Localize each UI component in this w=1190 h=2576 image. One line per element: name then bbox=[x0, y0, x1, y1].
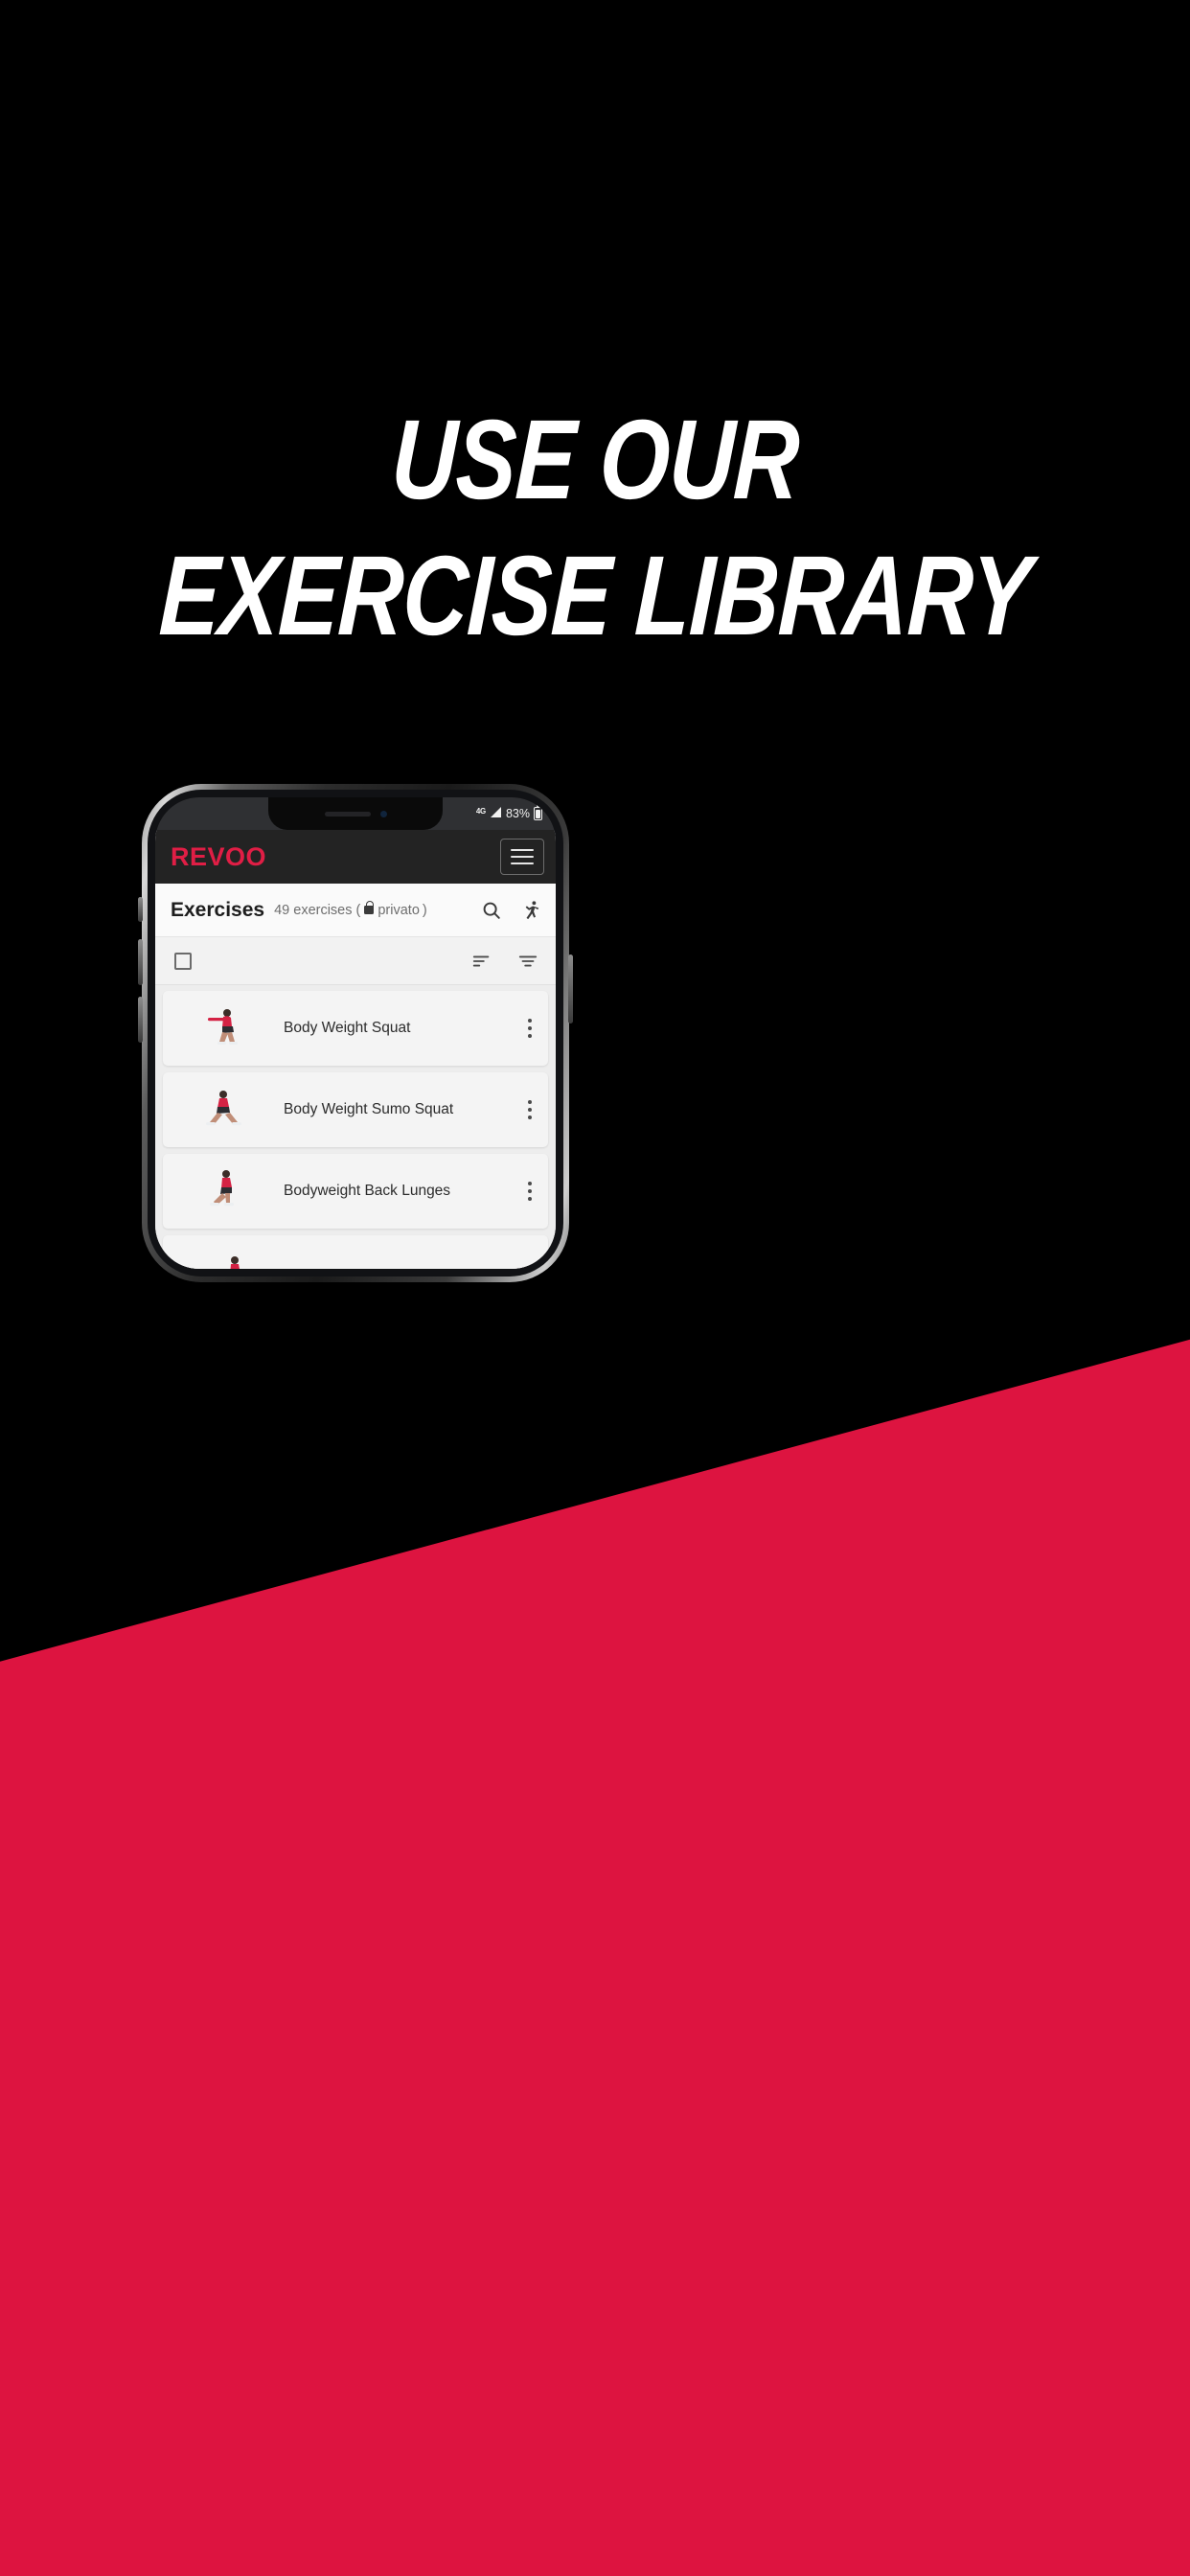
page-title: Exercises bbox=[171, 898, 265, 921]
phone-volume-down-button bbox=[138, 997, 143, 1043]
signal-triangle-icon bbox=[490, 806, 502, 821]
menu-bar bbox=[511, 862, 534, 864]
count-prefix: 49 exercises ( bbox=[274, 902, 361, 918]
filter-icon[interactable] bbox=[517, 951, 538, 972]
kebab-menu-icon[interactable] bbox=[517, 1182, 542, 1201]
battery-percent-label: 83% bbox=[505, 807, 530, 820]
page-subheader: Exercises 49 exercises ( privato ) bbox=[155, 884, 556, 937]
list-toolbar bbox=[155, 937, 556, 985]
sumo-squat-thumbnail bbox=[167, 1076, 280, 1143]
exercise-count-label: 49 exercises ( privato ) bbox=[274, 901, 427, 918]
list-item[interactable]: Body Weight Sumo Squat bbox=[163, 1072, 548, 1147]
exercise-list[interactable]: Body Weight Squat Body Weight Sumo Squat… bbox=[155, 985, 556, 1269]
toolbar-actions bbox=[471, 951, 538, 972]
lock-icon bbox=[364, 901, 375, 914]
phone-volume-up-button bbox=[138, 939, 143, 985]
squat-thumbnail bbox=[167, 995, 280, 1062]
subheader-actions bbox=[481, 900, 542, 921]
app-header: REVOO bbox=[155, 830, 556, 884]
exercise-name: Body Weight Squat bbox=[284, 1019, 411, 1036]
list-item[interactable]: Bodyweight Back Lunges bbox=[163, 1154, 548, 1229]
headline-line-2: EXERCISE LIBRARY bbox=[156, 533, 1034, 660]
status-bar-right: 4G 83% bbox=[475, 805, 542, 821]
running-person-icon[interactable] bbox=[521, 900, 542, 921]
headline-line-1: USE OUR bbox=[388, 397, 802, 523]
checkbox-unchecked-icon[interactable] bbox=[174, 952, 192, 970]
menu-bar bbox=[511, 856, 534, 858]
phone-power-button bbox=[568, 954, 573, 1024]
bulgarian-split-squat-thumbnail bbox=[167, 1244, 280, 1269]
list-item[interactable]: Body Weight Squat bbox=[163, 991, 548, 1066]
network-label: 4G bbox=[475, 806, 486, 816]
poster-headline: USE OUR EXERCISE LIBRARY bbox=[0, 397, 1190, 660]
menu-bar bbox=[511, 849, 534, 851]
phone-screen: 4G 83% REVOO Exercises 49 exercises (pr… bbox=[155, 797, 556, 1269]
front-camera bbox=[379, 810, 387, 817]
exercise-name: Bodyweight Bulgarian Split Squat bbox=[280, 1268, 517, 1270]
exercise-name: Bodyweight Back Lunges bbox=[284, 1182, 451, 1199]
list-item[interactable]: Bodyweight Bulgarian Split Squat bbox=[163, 1235, 548, 1269]
phone-mockup: 4G 83% REVOO Exercises 49 exercises (pr… bbox=[138, 784, 573, 1282]
hamburger-menu-icon[interactable] bbox=[500, 839, 544, 875]
back-lunge-thumbnail bbox=[167, 1158, 280, 1225]
kebab-menu-icon[interactable] bbox=[517, 1100, 542, 1119]
privacy-label: privato bbox=[378, 902, 420, 918]
phone-mute-switch bbox=[138, 897, 143, 922]
app-logo: REVOO bbox=[171, 841, 267, 871]
phone-notch bbox=[268, 797, 443, 830]
kebab-menu-icon[interactable] bbox=[517, 1268, 542, 1269]
battery-icon bbox=[534, 805, 542, 820]
search-icon[interactable] bbox=[481, 900, 502, 921]
kebab-menu-icon[interactable] bbox=[517, 1019, 542, 1038]
exercise-name: Body Weight Sumo Squat bbox=[284, 1100, 454, 1117]
earpiece-speaker bbox=[324, 811, 371, 816]
count-suffix: ) bbox=[422, 902, 427, 918]
sort-icon[interactable] bbox=[471, 951, 492, 972]
app-viewport: REVOO Exercises 49 exercises ( privato ) bbox=[155, 830, 556, 1269]
